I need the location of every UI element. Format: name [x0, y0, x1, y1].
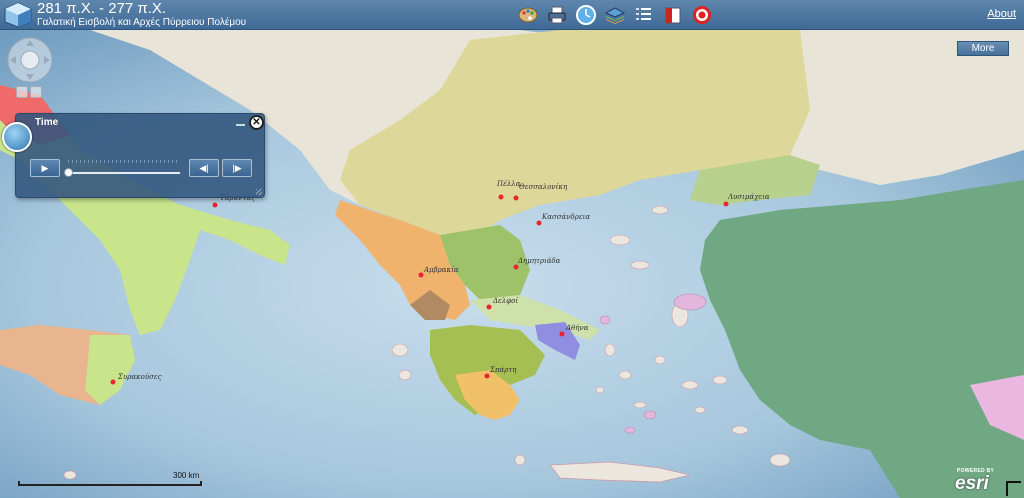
time-slider-thumb[interactable] [64, 168, 73, 177]
zoom-in-button[interactable] [30, 86, 42, 98]
city-marker-icon [110, 379, 116, 385]
city-marker-icon [559, 331, 565, 337]
city-marker-icon [486, 304, 492, 310]
resize-grip-icon[interactable] [256, 189, 262, 195]
scale-bar [18, 481, 202, 486]
city-marker-icon [723, 201, 729, 207]
map-title: 281 π.Χ. - 277 π.Χ. [37, 0, 167, 17]
city-label: Πέλλα [497, 180, 521, 188]
time-panel-title: Time [35, 117, 59, 128]
esri-wordmark: esri [955, 473, 989, 494]
time-slider-icon[interactable] [575, 4, 597, 26]
city-label: Κασσάνδρεια [542, 213, 591, 221]
app-header: 281 π.Χ. - 277 π.Χ. Γαλατική Εισβολή και… [0, 0, 1024, 30]
app-logo-icon [4, 2, 32, 28]
zoom-controls [16, 86, 42, 98]
slider-ticks [68, 160, 180, 163]
city-label: Αθήνα [566, 324, 589, 332]
city-marker-icon [418, 272, 424, 278]
overview-toggle-icon[interactable] [1006, 481, 1021, 496]
legend-icon[interactable] [633, 4, 655, 26]
target-icon[interactable] [691, 4, 713, 26]
city-label: Σπάρτη [490, 366, 517, 374]
layers-icon[interactable] [604, 4, 626, 26]
city-marker-icon [513, 264, 519, 270]
more-button[interactable]: More [957, 41, 1009, 56]
city-label: Συρακούσες [118, 373, 162, 381]
city-label: Θεσσαλονίκη [519, 183, 568, 191]
close-button[interactable]: ✕ [249, 115, 264, 130]
esri-logo[interactable]: POWERED BY esri [955, 468, 1003, 494]
city-label: Δελφοί [493, 297, 519, 305]
time-slider-panel: Time ✕ ▶ ◀| |▶ [2, 113, 265, 198]
city-marker-icon [536, 220, 542, 226]
clock-icon [2, 122, 32, 152]
zoom-out-button[interactable] [16, 86, 28, 98]
city-marker-icon [498, 194, 504, 200]
next-button[interactable]: |▶ [222, 159, 252, 177]
city-label: Αμβρακία [424, 266, 459, 274]
city-marker-icon [484, 373, 490, 379]
basemap [0, 30, 1024, 498]
scale-label: 300 km [173, 471, 200, 480]
city-label: Δημητριάδα [518, 257, 561, 265]
bookmark-icon[interactable] [662, 4, 684, 26]
palette-icon[interactable] [517, 4, 539, 26]
toolbar [517, 3, 713, 27]
pan-navigation-control[interactable] [7, 37, 53, 83]
map-subtitle: Γαλατική Εισβολή και Αρχές Πύρρειου Πολέ… [37, 17, 247, 28]
previous-button[interactable]: ◀| [189, 159, 219, 177]
map-canvas[interactable]: Πέλλα Θεσσαλονίκη Κασσάνδρεια Λυσιμάχεια… [0, 30, 1024, 498]
print-icon[interactable] [546, 4, 568, 26]
about-link[interactable]: About [987, 8, 1016, 20]
city-marker-icon [513, 195, 519, 201]
city-label: Λυσιμάχεια [728, 193, 770, 201]
time-slider-track[interactable] [68, 172, 180, 174]
minimize-button[interactable] [236, 119, 245, 126]
play-button[interactable]: ▶ [30, 159, 60, 177]
city-marker-icon [212, 202, 218, 208]
